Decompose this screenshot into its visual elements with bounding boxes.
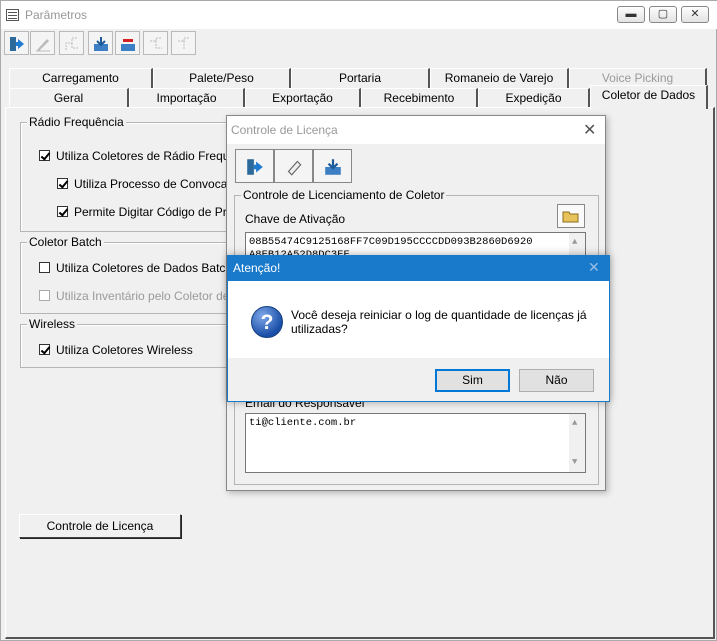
- close-button[interactable]: ✕: [681, 6, 709, 23]
- tab-row-2: Geral Importação Exportação Recebimento …: [5, 85, 715, 109]
- yes-button[interactable]: Sim: [435, 369, 510, 392]
- tab-portaria[interactable]: Portaria: [291, 68, 430, 88]
- maximize-button[interactable]: ▢: [649, 6, 677, 23]
- group-radio-frequencia: Rádio Frequência Utiliza Coletores de Rá…: [20, 115, 258, 232]
- checkbox-coletores-batch[interactable]: Utiliza Coletores de Dados Batch: [39, 261, 232, 275]
- license-save-button[interactable]: [313, 149, 352, 183]
- save-button[interactable]: [88, 31, 113, 55]
- minimize-button[interactable]: ▬: [617, 6, 645, 23]
- confirm-dialog-title: Atenção!: [233, 261, 281, 275]
- save-icon: [94, 37, 108, 51]
- exit-icon: [247, 159, 263, 175]
- edit-icon: [36, 39, 50, 52]
- window-title: Parâmetros: [25, 8, 88, 22]
- license-dialog-titlebar: Controle de Licença ✕: [227, 116, 605, 144]
- group-wireless: Wireless Utiliza Coletores Wireless: [20, 317, 230, 368]
- tree-icon: [150, 37, 162, 49]
- scrollbar[interactable]: ▲ ▼: [569, 414, 585, 472]
- confirm-dialog: Atenção! ✕ ? Você deseja reiniciar o log…: [227, 255, 610, 402]
- checkbox-coletores-wireless[interactable]: Utiliza Coletores Wireless: [39, 343, 193, 357]
- group-title: Coletor Batch: [27, 235, 104, 249]
- license-group-title: Controle de Licenciamento de Coletor: [241, 188, 447, 202]
- license-dialog-title: Controle de Licença: [231, 123, 338, 137]
- activation-key-line-1: 08B55474C9125168FF7C09D195CCCCDD093B2860…: [249, 236, 533, 248]
- edit-button[interactable]: [30, 31, 55, 55]
- license-eraser-button[interactable]: [274, 149, 313, 183]
- tab-importacao[interactable]: Importação: [129, 88, 245, 108]
- checkbox-box[interactable]: [39, 344, 50, 355]
- app-icon: [6, 9, 19, 21]
- tab-romaneio-varejo[interactable]: Romaneio de Varejo: [430, 68, 569, 88]
- checkbox-processo-convocacao[interactable]: Utiliza Processo de Convocação: [57, 177, 247, 191]
- license-exit-button[interactable]: [235, 149, 274, 183]
- group-title: Wireless: [27, 317, 78, 331]
- tree-button-2[interactable]: [143, 31, 168, 55]
- exit-button[interactable]: [4, 31, 29, 55]
- tab-exportacao[interactable]: Exportação: [245, 88, 361, 108]
- tab-coletor-de-dados[interactable]: Coletor de Dados: [590, 85, 708, 109]
- checkbox-label: Utiliza Coletores de Dados Batch: [56, 261, 233, 275]
- controle-licenca-button[interactable]: Controle de Licença: [19, 514, 181, 538]
- key-label: Chave de Ativação: [245, 212, 346, 226]
- parametros-window: Parâmetros ▬ ▢ ✕ Carregamento Palete/Pes…: [0, 0, 717, 641]
- cancel-button[interactable]: [115, 31, 140, 55]
- no-button[interactable]: Não: [519, 369, 594, 392]
- group-title: Rádio Frequência: [27, 115, 126, 129]
- eraser-icon: [287, 160, 302, 176]
- confirm-message: Você deseja reiniciar o log de quantidad…: [291, 308, 587, 336]
- question-icon: ?: [251, 306, 283, 338]
- checkbox-label: Utiliza Processo de Convocação: [74, 177, 247, 191]
- tab-geral[interactable]: Geral: [9, 88, 129, 108]
- tree-button-3[interactable]: [171, 31, 196, 55]
- cancel-icon: [121, 39, 135, 51]
- exit-icon: [10, 37, 24, 51]
- confirm-dialog-titlebar: Atenção! ✕: [228, 256, 609, 281]
- group-coletor-batch: Coletor Batch Utiliza Coletores de Dados…: [20, 235, 267, 314]
- email-field[interactable]: ti@cliente.com.br ▲ ▼: [245, 413, 586, 473]
- checkbox-box[interactable]: [39, 262, 50, 273]
- title-bar: Parâmetros ▬ ▢ ✕: [1, 1, 717, 29]
- tab-expedicao[interactable]: Expedição: [478, 88, 590, 108]
- tab-recebimento[interactable]: Recebimento: [361, 88, 478, 108]
- checkbox-label: Utiliza Coletores Wireless: [56, 343, 193, 357]
- email-value: ti@cliente.com.br: [249, 417, 357, 429]
- tab-carregamento[interactable]: Carregamento: [9, 68, 153, 88]
- checkbox-box[interactable]: [57, 178, 68, 189]
- save-icon: [325, 159, 341, 175]
- tree-icon: [178, 37, 190, 50]
- open-folder-button[interactable]: [557, 204, 585, 228]
- checkbox-box[interactable]: [39, 150, 50, 161]
- close-icon[interactable]: ✕: [588, 259, 600, 276]
- close-icon[interactable]: ✕: [583, 120, 596, 140]
- toolbar: [1, 29, 717, 57]
- checkbox-box[interactable]: [39, 290, 50, 301]
- folder-icon: [562, 211, 579, 223]
- tree-button-1[interactable]: [59, 31, 84, 55]
- tab-palete-peso[interactable]: Palete/Peso: [153, 68, 291, 88]
- checkbox-box[interactable]: [57, 206, 68, 217]
- tree-icon: [65, 37, 78, 50]
